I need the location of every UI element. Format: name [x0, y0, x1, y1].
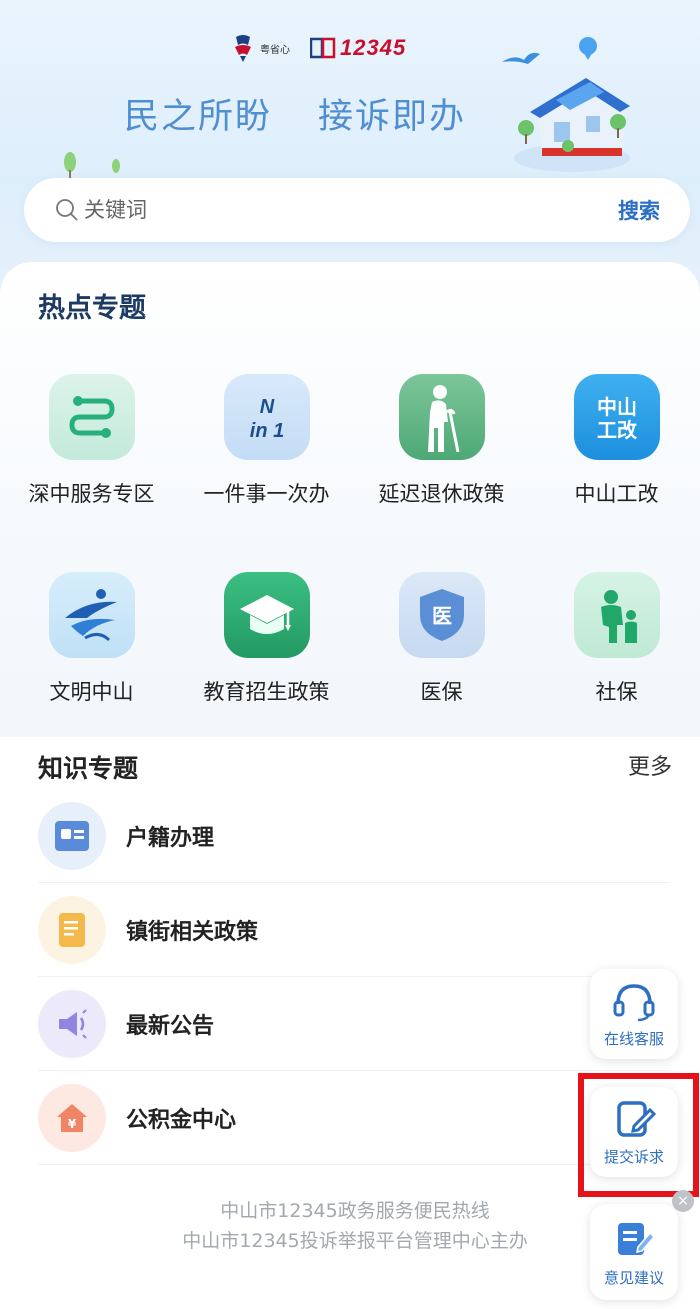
- feedback-button[interactable]: 意见建议: [590, 1204, 678, 1300]
- hotline-12345-logo: 12345: [310, 35, 406, 61]
- search-button[interactable]: 搜索: [618, 195, 660, 225]
- search-input[interactable]: [84, 198, 618, 222]
- tree-decoration-icon: [64, 152, 120, 178]
- hot-item-label: 延迟退休政策: [378, 482, 505, 506]
- more-link[interactable]: 更多: [628, 749, 672, 781]
- route-icon: [48, 374, 135, 460]
- n-in-1-icon: N in 1: [223, 374, 310, 460]
- svg-text:in 1: in 1: [249, 420, 283, 442]
- knowledge-item-label: 镇街相关政策: [126, 919, 259, 945]
- yuexinxin-logo-icon: [235, 35, 251, 62]
- hot-topics-section: 热点专题 深中服务专区 N in 1 一件事一次办 延迟退休政策 中山 工改 中…: [0, 262, 700, 737]
- knowledge-item-housing-fund[interactable]: ¥ 公积金中心: [38, 1071, 670, 1165]
- knowledge-item-label: 公积金中心: [126, 1107, 237, 1133]
- graduation-cap-icon: [223, 572, 310, 658]
- hot-item-label: 深中服务专区: [28, 482, 155, 506]
- online-service-button[interactable]: 在线客服: [590, 969, 678, 1059]
- hot-item-label: 医保: [420, 680, 463, 704]
- hot-item-label: 文明中山: [49, 680, 134, 704]
- hot-item-education[interactable]: 教育招生政策: [179, 572, 354, 706]
- online-service-label: 在线客服: [603, 1029, 664, 1048]
- house-fund-icon: ¥: [38, 1083, 106, 1152]
- hot-item-social-security[interactable]: 社保: [529, 572, 700, 706]
- feedback-icon: [618, 1222, 656, 1255]
- slogan-right: 接诉即办: [318, 97, 467, 137]
- hot-item-label: 一件事一次办: [203, 482, 330, 506]
- yuexinxin-logo-text: 粤省心: [260, 44, 290, 56]
- hot-item-retirement[interactable]: 延迟退休政策: [354, 374, 529, 508]
- civilization-icon: [48, 572, 135, 658]
- knowledge-item-announcement[interactable]: 最新公告: [38, 977, 670, 1071]
- logo-group: 粤省心 12345: [230, 30, 406, 66]
- knowledge-item-label: 户籍办理: [126, 825, 215, 851]
- headset-icon: [613, 983, 655, 1021]
- knowledge-title: 知识专题: [38, 754, 139, 783]
- knowledge-item-policy[interactable]: 镇街相关政策: [38, 883, 670, 977]
- document-icon: [38, 895, 106, 964]
- svg-text:中山: 中山: [597, 395, 637, 419]
- id-card-icon: [38, 801, 106, 870]
- medical-insurance-icon: 医: [398, 572, 485, 658]
- hot-item-label: 教育招生政策: [203, 680, 330, 704]
- svg-text:医: 医: [432, 604, 452, 628]
- hot-item-shenzhong[interactable]: 深中服务专区: [4, 374, 179, 508]
- search-bar[interactable]: 搜索: [24, 178, 690, 242]
- hotline-logo-icon: [310, 37, 336, 59]
- highlight-box: [578, 1073, 699, 1197]
- hot-item-one-thing[interactable]: N in 1 一件事一次办: [179, 374, 354, 508]
- hotline-logo-text: 12345: [340, 35, 407, 60]
- hot-item-medical[interactable]: 医 医保: [354, 572, 529, 706]
- yuexinxin-logo: 粤省心: [230, 33, 290, 63]
- svg-text:N: N: [259, 396, 274, 418]
- knowledge-item-huji[interactable]: 户籍办理: [38, 789, 670, 883]
- elderly-icon: [398, 374, 485, 460]
- zhongshan-gonggai-icon: 中山 工改: [573, 374, 660, 460]
- family-icon: [573, 572, 660, 658]
- house-illustration: [502, 37, 630, 172]
- hot-item-label: 中山工改: [574, 482, 659, 506]
- svg-text:工改: 工改: [597, 418, 638, 442]
- slogan-left: 民之所盼: [124, 97, 273, 137]
- hot-topics-title: 热点专题: [38, 293, 146, 324]
- hot-item-civilization[interactable]: 文明中山: [4, 572, 179, 706]
- megaphone-icon: [38, 989, 106, 1058]
- svg-text:¥: ¥: [68, 1117, 77, 1131]
- close-icon[interactable]: ×: [672, 1190, 694, 1212]
- hot-item-gonggai[interactable]: 中山 工改 中山工改: [529, 374, 700, 508]
- search-icon: [56, 199, 78, 221]
- feedback-label: 意见建议: [603, 1268, 664, 1287]
- knowledge-item-label: 最新公告: [126, 1013, 215, 1039]
- hot-item-label: 社保: [595, 680, 638, 704]
